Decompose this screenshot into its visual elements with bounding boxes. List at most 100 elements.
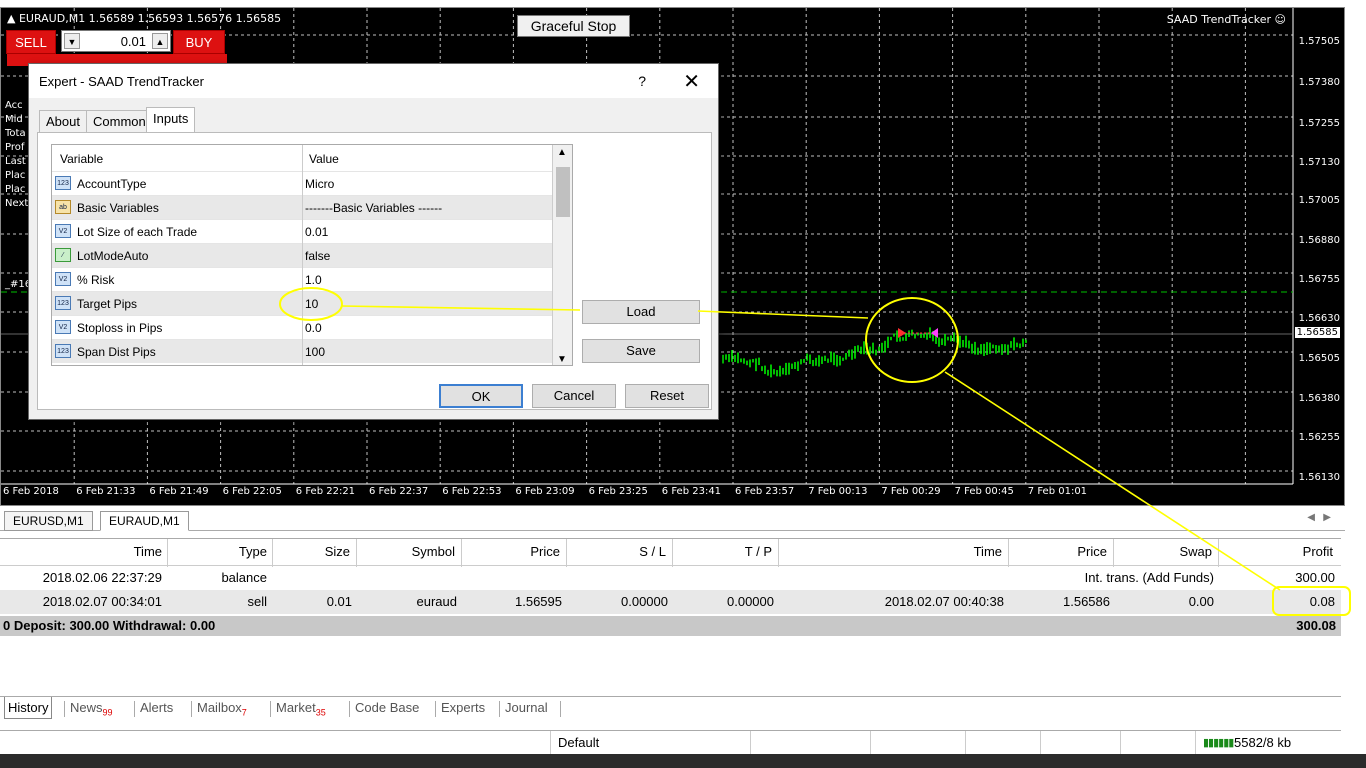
col-close-price[interactable]: Price	[1040, 544, 1107, 559]
history-total-row: 0 Deposit: 300.00 Withdrawal: 0.00 300.0…	[0, 616, 1341, 636]
history-cell-size: 0.01	[326, 594, 352, 609]
terminal-tab-mailbox[interactable]: Mailbox7	[197, 700, 247, 718]
price-tick-label: 1.56755	[1298, 274, 1340, 285]
input-variable-name: Basic Variables	[77, 201, 159, 215]
input-value[interactable]: 10	[305, 297, 318, 311]
col-close-time[interactable]: Time	[900, 544, 1002, 559]
traffic-counter: 5582/8 kb	[1234, 735, 1292, 750]
history-header: Time Type Size Symbol Price S / L T / P …	[0, 538, 1341, 567]
input-variable-name: Target Pips	[77, 297, 138, 311]
terminal-tab-badge: 35	[315, 707, 326, 718]
input-value[interactable]: 100	[305, 345, 325, 359]
history-cell-profit: 0.08	[1309, 594, 1335, 609]
col-swap[interactable]: Swap	[1150, 544, 1212, 559]
buy-button[interactable]: BUY	[173, 30, 225, 54]
chart-tab-bar: EURUSD,M1 EURAUD,M1 ◀ ▶	[0, 509, 1345, 531]
time-tick-label: 6 Feb 23:57	[735, 486, 795, 497]
lot-size-stepper[interactable]: ▼ 0.01 ▲	[61, 30, 171, 52]
col-size[interactable]: Size	[290, 544, 350, 559]
terminal-tab-label: History	[8, 700, 49, 715]
terminal-tab-alerts[interactable]: Alerts	[140, 700, 173, 715]
time-tick-label: 6 Feb 23:09	[515, 486, 575, 497]
ea-info-line: Mid	[5, 114, 23, 125]
price-tick-label: 1.56880	[1298, 235, 1340, 246]
input-value[interactable]: Micro	[305, 177, 334, 191]
deposit-withdrawal-summary: 0 Deposit: 300.00 Withdrawal: 0.00	[3, 618, 216, 633]
history-cell-type: balance	[221, 570, 267, 585]
input-value[interactable]: -------Basic Variables ------	[305, 201, 442, 215]
terminal-tab-experts[interactable]: Experts	[441, 700, 485, 715]
price-tick-label: 1.57130	[1298, 157, 1340, 168]
history-cell-profit: 300.00	[1295, 570, 1335, 585]
price-tick-label: 1.56380	[1298, 393, 1340, 404]
price-tick-label: 1.56585	[1294, 327, 1340, 338]
load-button[interactable]: Load	[582, 300, 700, 324]
col-sl[interactable]: S / L	[600, 544, 666, 559]
lot-up-button[interactable]: ▲	[152, 33, 168, 49]
col-price[interactable]: Price	[490, 544, 560, 559]
tab-inputs[interactable]: Inputs	[146, 107, 196, 133]
reset-button[interactable]: Reset	[625, 384, 709, 408]
help-button[interactable]: ?	[638, 73, 646, 89]
input-value[interactable]: false	[305, 249, 330, 263]
lot-down-button[interactable]: ▼	[64, 33, 80, 49]
lot-value[interactable]: 0.01	[121, 34, 146, 49]
time-tick-label: 7 Feb 01:01	[1027, 486, 1088, 497]
terminal-tab-news[interactable]: News99	[70, 700, 113, 718]
integer-type-icon: 123	[55, 176, 71, 190]
close-button[interactable]: ✕	[683, 69, 700, 94]
col-tp[interactable]: T / P	[700, 544, 772, 559]
terminal-tab-bar: History News99 Alerts Mailbox7 Market35 Code …	[0, 696, 1341, 721]
input-value[interactable]: 1.0	[305, 273, 322, 287]
graceful-stop-button[interactable]: Graceful Stop	[517, 15, 630, 37]
time-tick-label: 6 Feb 23:25	[588, 486, 648, 497]
time-tick-label: 7 Feb 00:45	[954, 486, 1014, 497]
history-row[interactable]: 2018.02.07 00:34:01 sell 0.01 euraud 1.56595…	[0, 590, 1341, 614]
time-tick-label: 6 Feb 22:53	[442, 486, 502, 497]
input-value[interactable]: 0.0	[305, 321, 322, 335]
price-tick-label: 1.56630	[1298, 313, 1340, 324]
ea-info-line: Tota	[5, 128, 26, 139]
time-tick-label: 6 Feb 2018	[3, 486, 59, 497]
col-type[interactable]: Type	[200, 544, 267, 559]
history-cell-cprice: Int. trans. (Add Funds)	[1084, 570, 1214, 585]
chart-tab-euraud[interactable]: EURAUD,M1	[100, 511, 189, 531]
terminal-tab-history[interactable]: History	[4, 697, 53, 719]
col-time[interactable]: Time	[92, 544, 162, 559]
time-tick-label: 6 Feb 22:05	[222, 486, 282, 497]
scroll-up-icon[interactable]: ▲	[557, 147, 567, 158]
inputs-grid: Variable Value 123 AccountType Micro ab Basi…	[51, 144, 573, 366]
col-profit[interactable]: Profit	[1270, 544, 1333, 559]
status-bar: Default ▮▮▮▮▮▮ 5582/8 kb	[0, 730, 1341, 755]
close-marker	[931, 328, 938, 338]
terminal-tab-code-base[interactable]: Code Base	[355, 700, 419, 715]
terminal-tab-market[interactable]: Market35	[276, 700, 326, 718]
terminal-tab-badge: 99	[102, 707, 113, 718]
cancel-button[interactable]: Cancel	[532, 384, 616, 408]
chart-tab-eurusd[interactable]: EURUSD,M1	[4, 511, 93, 531]
variable-column-header: Variable	[60, 152, 104, 166]
profile-name: Default	[558, 735, 600, 750]
ok-button[interactable]: OK	[439, 384, 523, 408]
tab-about[interactable]: About	[39, 110, 87, 132]
ea-info-line: Last	[5, 156, 26, 167]
ea-info-line: Acc	[5, 100, 23, 111]
grid-scrollbar[interactable]: ▲ ▼	[552, 145, 572, 365]
history-cell-time: 2018.02.07 00:34:01	[42, 594, 162, 609]
terminal-tab-label: Market	[276, 700, 316, 715]
terminal-tab-journal[interactable]: Journal	[505, 700, 548, 715]
history-cell-ctime: 2018.02.07 00:40:38	[884, 594, 1004, 609]
tab-scroll-arrows[interactable]: ◀ ▶	[1307, 512, 1331, 523]
history-row[interactable]: 2018.02.06 22:37:29 balance Int. trans. (A…	[0, 566, 1341, 590]
save-button[interactable]: Save	[582, 339, 700, 363]
scroll-down-icon[interactable]: ▼	[557, 354, 567, 365]
scroll-thumb[interactable]	[556, 167, 570, 217]
price-tick-label: 1.57005	[1298, 195, 1340, 206]
sell-button[interactable]: SELL	[6, 30, 56, 54]
input-value[interactable]: 0.01	[305, 225, 328, 239]
column-divider	[302, 145, 303, 365]
history-cell-swap: 0.00	[1188, 594, 1214, 609]
tab-common[interactable]: Common	[86, 110, 153, 132]
ea-info-line: Prof	[5, 142, 25, 153]
col-symbol[interactable]: Symbol	[380, 544, 455, 559]
